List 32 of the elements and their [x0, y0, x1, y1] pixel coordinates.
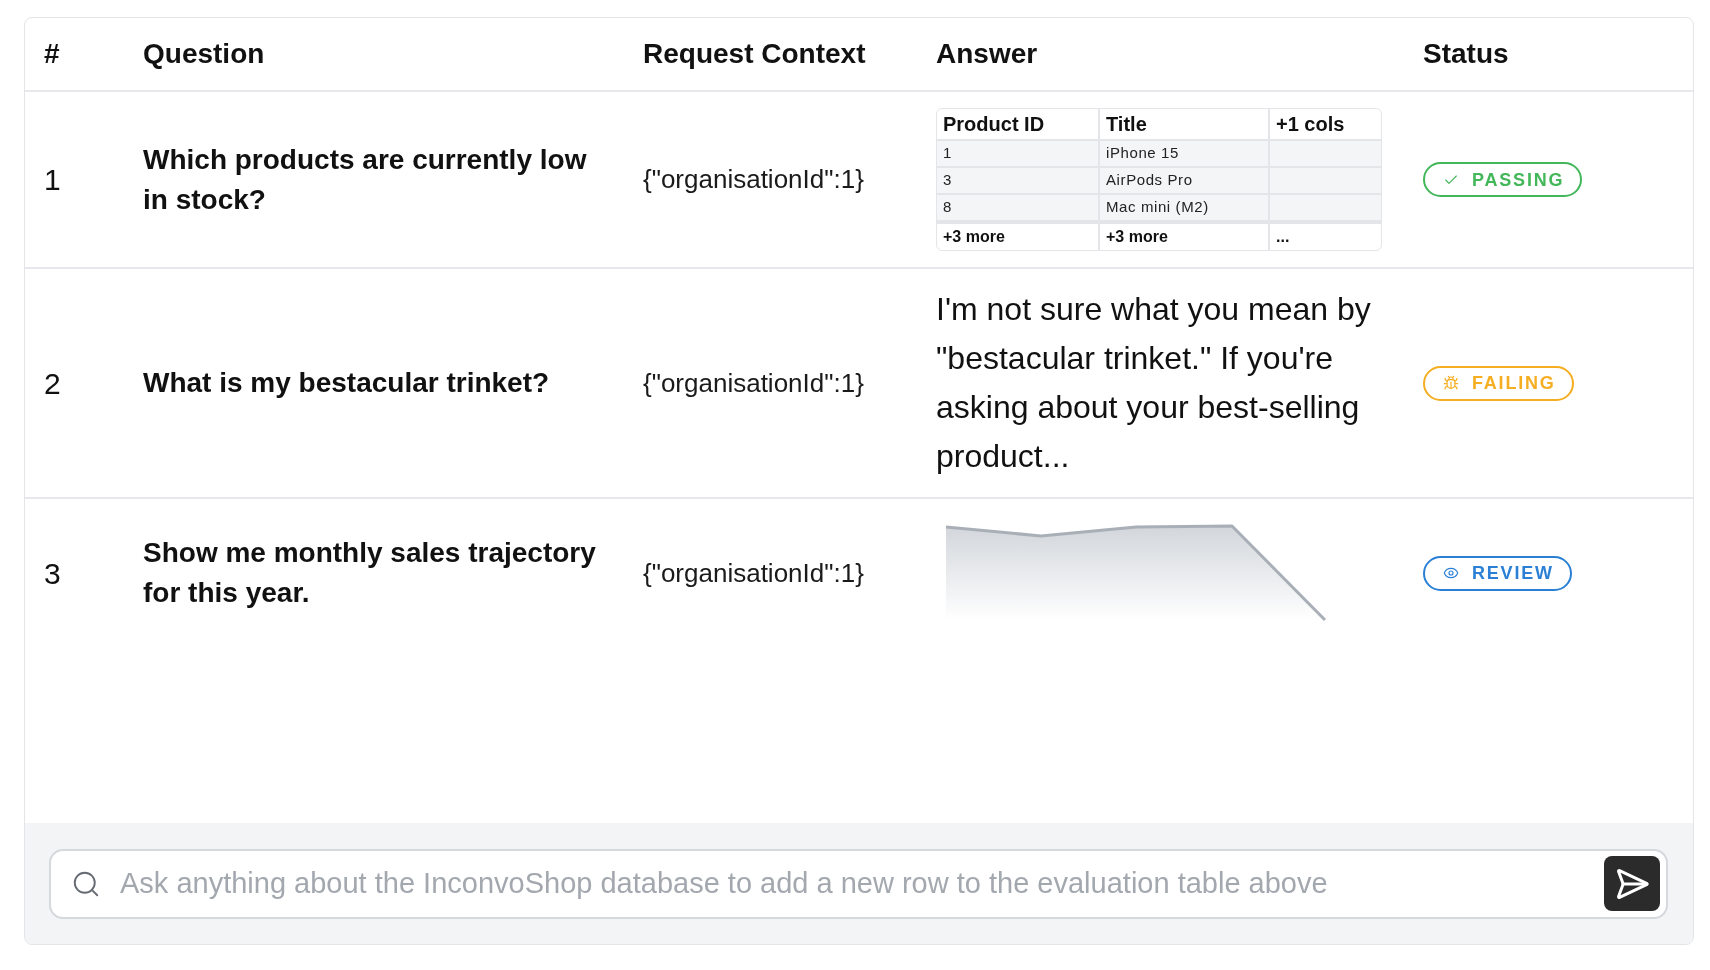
table-cell: Mac mini (M2)	[1100, 195, 1270, 222]
question-text: What is my bestacular trinket?	[143, 366, 551, 400]
question-text: Show me monthly sales trajectory for this year.	[143, 536, 597, 610]
context-text: {"organisationId":1}	[643, 367, 864, 398]
eye-icon	[1443, 565, 1459, 581]
table-cell: iPhone 15	[1100, 141, 1270, 168]
search-bar[interactable]: Ask anything about the InconvoShop database to add a new row to the evaluation table above	[49, 848, 1668, 919]
column-header: #	[44, 38, 60, 69]
bug-icon	[1443, 375, 1459, 391]
status-label: PASSING	[1472, 170, 1565, 189]
answer-text: I'm not sure what you mean by "bestacular trinket." If you're asking about your best-selling product...	[936, 290, 1372, 476]
column-header: Answer	[936, 38, 1038, 69]
question-text: Which products are currently low in stock?	[143, 142, 588, 217]
column-header: Request Context	[643, 38, 866, 69]
table-cell: +3 more	[1100, 222, 1270, 250]
column-header: Status	[1423, 38, 1509, 69]
table-cell: +3 more	[937, 222, 1100, 250]
send-button[interactable]	[1604, 856, 1660, 911]
table-cell: 3	[937, 168, 1100, 195]
row-number: 1	[44, 163, 61, 196]
column-header: Question	[143, 38, 265, 69]
context-text: {"organisationId":1}	[643, 557, 864, 588]
table-cell: 8	[937, 195, 1100, 222]
table-cell: ...	[1270, 222, 1381, 250]
input-field[interactable]: Ask anything about the InconvoShop database to add a new row to the evaluation table above	[120, 861, 1604, 906]
table-cell: AirPods Pro	[1100, 168, 1270, 195]
table-cell: 1	[937, 141, 1100, 168]
context-text: {"organisationId":1}	[643, 164, 864, 194]
status-label: REVIEW	[1472, 564, 1554, 582]
row-number: 3	[44, 556, 61, 590]
row-number: 2	[44, 366, 61, 400]
status-label: FAILING	[1472, 374, 1556, 392]
